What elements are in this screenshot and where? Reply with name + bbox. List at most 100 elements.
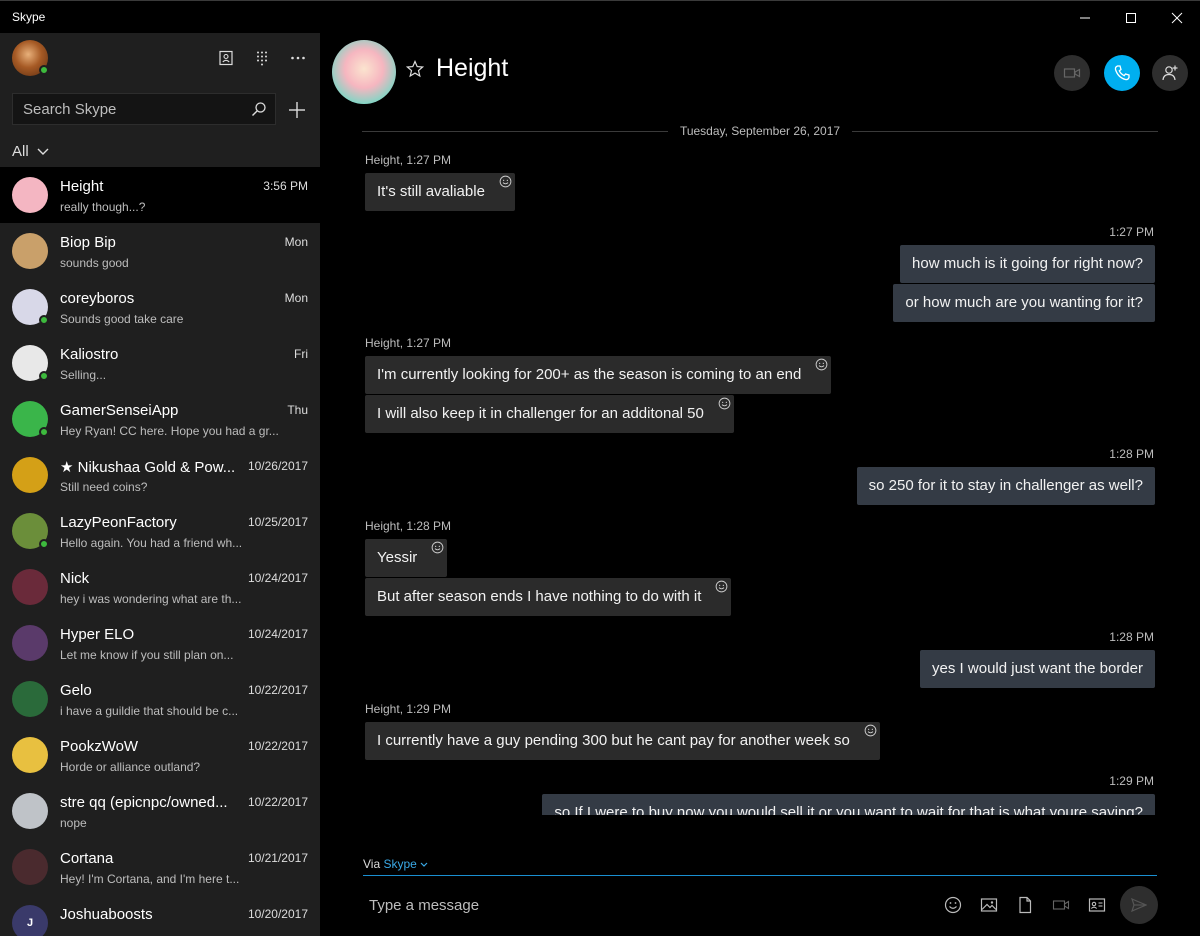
avatar-image <box>12 849 48 885</box>
ellipsis-icon <box>291 56 305 60</box>
dialpad-button[interactable] <box>251 47 273 69</box>
send-message-button[interactable] <box>1120 886 1158 924</box>
add-reaction-icon[interactable] <box>815 358 828 371</box>
message-text: so If I were to buy now you would sell i… <box>554 804 1143 815</box>
send-file-button[interactable] <box>1015 895 1035 915</box>
contact-item[interactable]: Biop Bip Mon sounds good <box>0 223 320 279</box>
send-image-button[interactable] <box>979 895 999 915</box>
contact-name: LazyPeonFactory <box>60 514 177 531</box>
contact-item[interactable]: Nick 10/24/2017 hey i was wondering what a… <box>0 559 320 615</box>
title-bar: Skype <box>0 0 1200 33</box>
message-timestamp: 1:28 PM <box>1109 447 1154 461</box>
contact-avatar <box>12 233 48 269</box>
contact-timestamp: 10/25/2017 <box>247 515 308 529</box>
contact-name: Hyper ELO <box>60 626 135 643</box>
contacts-button[interactable] <box>215 47 237 69</box>
conversation-filter-dropdown[interactable]: All <box>12 143 49 160</box>
contact-timestamp: Mon <box>284 291 308 305</box>
add-reaction-icon[interactable] <box>718 397 731 410</box>
outgoing-message-bubble[interactable]: how much is it going for right now? <box>900 245 1155 283</box>
close-button[interactable] <box>1154 1 1200 34</box>
incoming-message-bubble[interactable]: I currently have a guy pending 300 but h… <box>365 722 880 760</box>
avatar-image <box>12 625 48 661</box>
contact-item[interactable]: Height 3:56 PM really though...? <box>0 167 320 223</box>
contact-item[interactable]: Gelo 10/22/2017 i have a guildie that shou… <box>0 671 320 727</box>
add-reaction-icon[interactable] <box>499 175 512 188</box>
outgoing-message-bubble[interactable]: so 250 for it to stay in challenger as w… <box>856 467 1155 505</box>
video-message-button[interactable] <box>1051 895 1071 915</box>
incoming-message-bubble[interactable]: I will also keep it in challenger for an… <box>365 395 734 433</box>
incoming-message-bubble[interactable]: But after season ends I have nothing to … <box>365 578 732 616</box>
add-participant-button[interactable] <box>1152 55 1188 91</box>
contact-name: ★ Nikushaa Gold & Pow... <box>60 459 236 476</box>
contact-item[interactable]: GamerSenseiApp Thu Hey Ryan! CC here. Hope… <box>0 391 320 447</box>
favorite-star-icon[interactable] <box>406 60 424 78</box>
message-text: Height, 1:27 PM <box>365 336 452 350</box>
contact-item[interactable]: PookzWoW 10/22/2017 Horde or alliance outl… <box>0 727 320 783</box>
contact-message-preview: nope <box>60 816 87 830</box>
contact-timestamp: 10/26/2017 <box>247 459 308 473</box>
maximize-button[interactable] <box>1108 1 1154 34</box>
contact-message-preview: Hey Ryan! CC here. Hope you had a gr... <box>60 424 279 438</box>
add-reaction-icon[interactable] <box>431 541 444 554</box>
contact-item[interactable]: coreyboros Mon Sounds good take care <box>0 279 320 335</box>
chat-title[interactable]: Height <box>436 54 508 83</box>
more-options-button[interactable] <box>287 47 309 69</box>
message-text: 1:28 PM <box>1109 630 1154 644</box>
via-indicator[interactable]: Via Skype <box>363 857 428 871</box>
emoticon-button[interactable] <box>943 895 963 915</box>
message-list: Height, 1:27 PM It's still avaliable 1:27 … <box>320 143 1200 815</box>
contact-item[interactable]: LazyPeonFactory 10/25/2017 Hello again. Yo… <box>0 503 320 559</box>
contact-message-preview: Let me know if you still plan on... <box>60 648 234 662</box>
my-profile-avatar[interactable] <box>12 40 49 76</box>
add-reaction-icon[interactable] <box>864 724 877 737</box>
contact-item[interactable]: Kaliostro Fri Selling... <box>0 335 320 391</box>
outgoing-message-bubble[interactable]: yes I would just want the border <box>920 650 1155 688</box>
outgoing-message-bubble[interactable]: so If I were to buy now you would sell i… <box>542 794 1155 815</box>
contact-timestamp: 10/21/2017 <box>247 851 308 865</box>
add-reaction-icon[interactable] <box>715 580 728 593</box>
message-input[interactable] <box>363 890 923 920</box>
contact-item[interactable]: Hyper ELO 10/24/2017 Let me know if you st… <box>0 615 320 671</box>
smiley-icon <box>944 896 962 914</box>
message-text: 1:28 PM <box>1109 447 1154 461</box>
contact-message-preview: Hey! I'm Cortana, and I'm here t... <box>60 872 240 886</box>
via-prefix: Via <box>363 857 381 871</box>
contact-item[interactable]: Cortana 10/21/2017 Hey! I'm Cortana, and I… <box>0 839 320 895</box>
contact-avatar <box>12 737 48 773</box>
contact-avatar <box>12 793 48 829</box>
contact-message-preview: sounds good <box>60 256 129 270</box>
contact-name: coreyboros <box>60 290 135 307</box>
contact-item[interactable]: J Joshuaboosts 10/20/2017 <box>0 895 320 936</box>
message-timestamp: 1:28 PM <box>1109 630 1154 644</box>
message-timestamp: 1:29 PM <box>1109 774 1154 788</box>
incoming-message-bubble[interactable]: Yessir <box>365 539 448 577</box>
contact-avatar[interactable] <box>332 40 396 104</box>
search-icon[interactable] <box>251 101 267 117</box>
audio-call-button[interactable] <box>1104 55 1140 91</box>
via-service-link[interactable]: Skype <box>383 857 416 871</box>
avatar-image <box>12 793 48 829</box>
send-contact-button[interactable] <box>1087 895 1107 915</box>
search-input[interactable] <box>13 94 243 124</box>
avatar-image <box>12 681 48 717</box>
new-chat-button[interactable] <box>286 99 308 121</box>
incoming-message-bubble[interactable]: It's still avaliable <box>365 173 515 211</box>
message-text: yes I would just want the border <box>932 660 1143 677</box>
contact-avatar <box>12 681 48 717</box>
contact-item[interactable]: ★ Nikushaa Gold & Pow... 10/26/2017 Still … <box>0 447 320 503</box>
avatar-image <box>12 233 48 269</box>
incoming-message-bubble[interactable]: I'm currently looking for 200+ as the se… <box>365 356 832 394</box>
app-title: Skype <box>12 10 46 24</box>
contact-name: stre qq (epicnpc/owned... <box>60 794 228 811</box>
message-sender-time: Height, 1:27 PM <box>365 336 451 350</box>
contact-item[interactable]: stre qq (epicnpc/owned... 10/22/2017 nope <box>0 783 320 839</box>
minimize-button[interactable] <box>1062 1 1108 34</box>
message-text: Height, 1:29 PM <box>365 702 452 716</box>
dialpad-icon <box>257 51 267 66</box>
outgoing-message-bubble[interactable]: or how much are you wanting for it? <box>893 284 1155 322</box>
contact-avatar: J <box>12 905 48 936</box>
video-call-button[interactable] <box>1054 55 1090 91</box>
message-text: so 250 for it to stay in challenger as w… <box>868 477 1143 494</box>
chat-pane: Height Tuesday, September 26, 2017 Heigh… <box>320 33 1200 936</box>
